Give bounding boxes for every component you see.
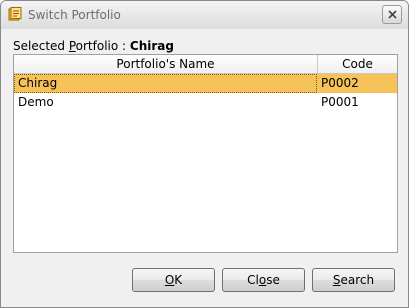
portfolio-table[interactable]: Portfolio's Name Code Chirag P0002 Demo …	[13, 54, 398, 253]
close-button[interactable]: Close	[222, 268, 305, 292]
column-header-portfolio-name[interactable]: Portfolio's Name	[14, 55, 318, 73]
row-portfolio-code: P0001	[321, 95, 359, 109]
close-icon	[387, 10, 397, 19]
table-header: Portfolio's Name Code	[14, 55, 397, 74]
table-row[interactable]: Demo P0001	[14, 93, 397, 112]
table-row[interactable]: Chirag P0002	[14, 74, 397, 93]
search-button[interactable]: Search	[312, 268, 395, 292]
selected-portfolio-label: Selected Portfolio : Chirag	[13, 39, 174, 53]
selected-portfolio-value: Chirag	[129, 39, 174, 53]
ok-button[interactable]: OK	[132, 268, 215, 292]
ok-label-rest: K	[174, 273, 183, 287]
title-bar[interactable]: Switch Portfolio	[1, 1, 408, 29]
selected-label-rest: ortfolio :	[75, 39, 130, 53]
row-portfolio-code: P0002	[321, 76, 359, 90]
search-access-key: S	[332, 273, 341, 287]
switch-portfolio-dialog: Switch Portfolio Selected Portfolio : Ch…	[0, 0, 409, 308]
close-label-rest: se	[266, 273, 280, 287]
row-portfolio-name: Chirag	[14, 74, 317, 93]
selected-label-prefix: Selected	[13, 39, 69, 53]
ok-access-key: O	[164, 273, 175, 287]
row-portfolio-name: Demo	[18, 95, 54, 109]
close-label-pre: Cl	[247, 273, 259, 287]
column-header-code[interactable]: Code	[318, 55, 397, 73]
window-close-button[interactable]	[382, 5, 402, 24]
selected-label-access-key: P	[68, 39, 76, 53]
window-title: Switch Portfolio	[28, 8, 121, 22]
search-label-rest: earch	[340, 273, 375, 287]
portfolio-app-icon	[8, 7, 22, 21]
